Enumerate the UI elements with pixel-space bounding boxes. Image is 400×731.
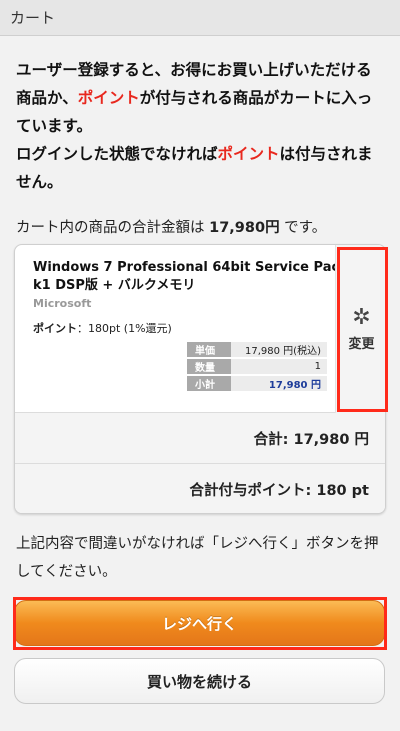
checkout-button[interactable]: レジへ行く — [14, 600, 385, 646]
page-header: カート — [0, 0, 400, 36]
continue-shopping-button[interactable]: 買い物を続ける — [14, 658, 385, 704]
price-value-unit: 17,980 円(税込) — [231, 342, 327, 357]
cart-total-suffix: です。 — [279, 220, 327, 236]
item-points-value: ：180pt (1%還元) — [77, 322, 172, 335]
notice-point-word: ポイント — [77, 89, 140, 107]
price-value-quantity: 1 — [231, 359, 327, 374]
item-title[interactable]: Windows 7 Professional 64bit Service Pac… — [33, 259, 345, 295]
price-value-subtotal: 17,980 円 — [231, 376, 327, 391]
checkout-guide-text: 上記内容で間違いがなければ「レジへ行く」ボタンを押してください。 — [16, 536, 379, 580]
points-total-amount: 合計付与ポイント: 180 pt — [189, 483, 369, 499]
price-row-quantity: 数量 1 — [187, 359, 327, 374]
continue-shopping-label: 買い物を続ける — [146, 672, 252, 691]
price-row-unit: 単価 17,980 円(税込) — [187, 342, 327, 357]
cart-card: Windows 7 Professional 64bit Service Pac… — [14, 244, 386, 514]
points-total-row: 合計付与ポイント: 180 pt — [15, 464, 385, 513]
checkout-button-label: レジへ行く — [161, 614, 237, 633]
change-button-label: 変更 — [348, 336, 375, 352]
cart-total-prefix: カート内の商品の合計金額は — [16, 220, 210, 236]
cart-item: Windows 7 Professional 64bit Service Pac… — [15, 245, 385, 413]
item-points: ポイント：180pt (1%還元) — [33, 320, 172, 336]
notice-text-3: ログインした状態でなければ — [16, 145, 218, 163]
total-amount: 合計: 17,980 円 — [253, 431, 369, 448]
price-label-subtotal: 小計 — [187, 376, 231, 391]
change-button[interactable]: ✲ 変更 — [335, 245, 385, 413]
item-points-label: ポイント — [33, 322, 77, 335]
page-title: カート — [10, 9, 56, 27]
registration-notice: ユーザー登録すると、お得にお買い上げいただける商品か、ポイントが付与される商品が… — [0, 36, 400, 196]
cart-total-amount: 17,980円 — [209, 220, 280, 236]
price-label-unit: 単価 — [187, 342, 231, 357]
gear-icon: ✲ — [352, 304, 371, 330]
cart-total-line: カート内の商品の合計金額は 17,980円 です。 — [0, 196, 400, 237]
price-table: 単価 17,980 円(税込) 数量 1 小計 17,980 円 — [187, 340, 327, 393]
item-maker: Microsoft — [33, 297, 92, 310]
total-row: 合計: 17,980 円 — [15, 413, 385, 464]
price-row-subtotal: 小計 17,980 円 — [187, 376, 327, 391]
notice-point-word-2: ポイント — [217, 145, 280, 163]
price-label-quantity: 数量 — [187, 359, 231, 374]
